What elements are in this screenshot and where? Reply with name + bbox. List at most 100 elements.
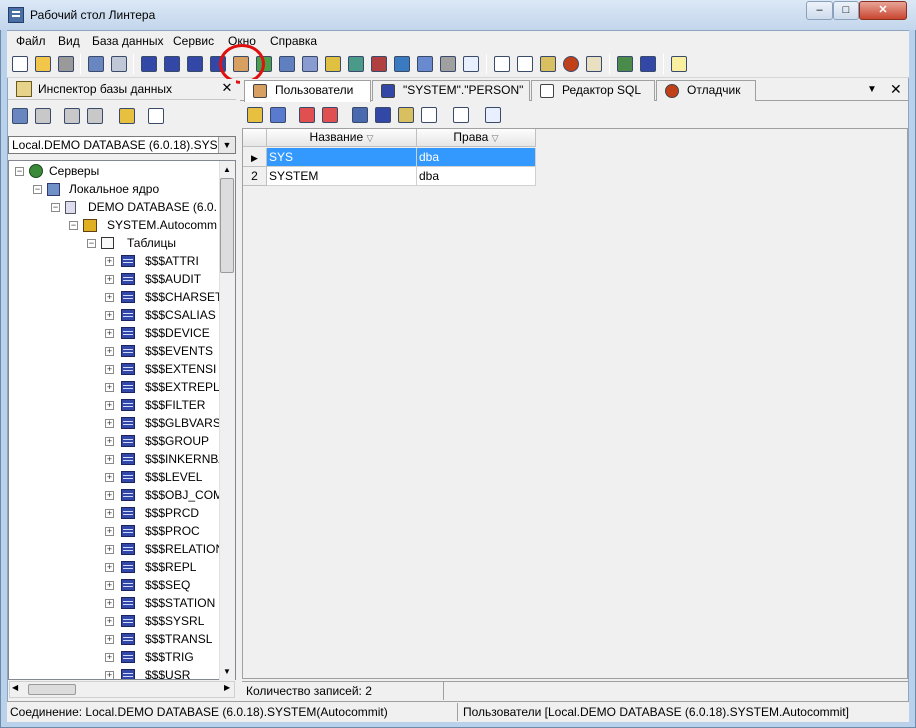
disconnect-icon[interactable] — [33, 106, 53, 126]
expand-icon[interactable]: + — [105, 437, 114, 446]
tab-close-icon[interactable]: ✕ — [890, 81, 902, 98]
collapse-icon[interactable]: − — [87, 239, 96, 248]
notes-icon[interactable] — [669, 54, 689, 74]
tree-scroll-thumb[interactable] — [220, 178, 234, 273]
tree-hscroll-thumb[interactable] — [28, 684, 76, 695]
expand-icon[interactable]: + — [105, 311, 114, 320]
cell-rights[interactable]: dba — [417, 167, 536, 186]
expand-icon[interactable]: + — [105, 347, 114, 356]
add-user-icon[interactable] — [297, 105, 317, 125]
cell-name[interactable]: SYS — [267, 148, 417, 167]
sql-editor-icon[interactable] — [515, 54, 535, 74]
inspector-icon[interactable] — [615, 54, 635, 74]
debugger-icon[interactable] — [561, 54, 581, 74]
expand-icon[interactable]: + — [105, 257, 114, 266]
collapse-icon[interactable]: − — [15, 167, 24, 176]
expand-icon[interactable]: + — [105, 545, 114, 554]
user-levels-icon[interactable] — [419, 105, 439, 125]
user-properties-icon[interactable] — [350, 105, 370, 125]
column-header-rights[interactable]: Права ▽ — [417, 129, 536, 147]
delete-object-icon[interactable] — [85, 106, 105, 126]
table-grid-icon[interactable] — [139, 54, 159, 74]
expand-icon[interactable]: + — [105, 473, 114, 482]
calendar-icon[interactable] — [461, 54, 481, 74]
scroll-left-icon[interactable]: ◀ — [12, 683, 18, 692]
scroll-right-icon[interactable]: ▶ — [224, 683, 230, 692]
expand-icon[interactable]: + — [105, 671, 114, 679]
tab-users[interactable]: Пользователи — [244, 80, 371, 102]
maximize-button[interactable]: □ — [833, 1, 859, 20]
menu-database[interactable]: База данных — [92, 34, 163, 48]
expand-icon[interactable]: + — [105, 293, 114, 302]
user-grants-icon[interactable] — [373, 105, 393, 125]
table-edit-icon[interactable] — [162, 54, 182, 74]
network-icon[interactable] — [277, 54, 297, 74]
chevron-down-icon[interactable]: ▼ — [218, 137, 235, 153]
window-cascade-icon[interactable] — [638, 54, 658, 74]
tab-sql-editor[interactable]: Редактор SQL — [531, 80, 655, 101]
expand-icon[interactable]: + — [105, 581, 114, 590]
expand-icon[interactable]: + — [105, 491, 114, 500]
properties-icon[interactable] — [146, 106, 166, 126]
hourglass-icon[interactable] — [584, 54, 604, 74]
inspector-close-icon[interactable]: ✕ — [220, 81, 234, 95]
print-icon[interactable] — [438, 54, 458, 74]
open-folder-icon[interactable] — [33, 54, 53, 74]
save-icon[interactable] — [56, 54, 76, 74]
expand-icon[interactable]: + — [105, 401, 114, 410]
minimize-button[interactable]: – — [806, 1, 833, 20]
procedures-icon[interactable] — [300, 54, 320, 74]
tools-icon[interactable] — [323, 54, 343, 74]
add-object-icon[interactable] — [62, 106, 82, 126]
expand-icon[interactable]: + — [105, 365, 114, 374]
report-icon[interactable] — [492, 54, 512, 74]
disconnect-icon[interactable] — [109, 54, 129, 74]
collapse-icon[interactable]: − — [33, 185, 42, 194]
expand-icon[interactable]: + — [105, 509, 114, 518]
expand-icon[interactable]: + — [105, 383, 114, 392]
table-refresh-icon[interactable] — [185, 54, 205, 74]
expand-icon[interactable]: + — [105, 617, 114, 626]
expand-icon[interactable]: + — [105, 455, 114, 464]
sequence-icon[interactable] — [415, 54, 435, 74]
menu-help[interactable]: Справка — [270, 34, 317, 48]
expand-icon[interactable]: + — [105, 599, 114, 608]
cell-name[interactable]: SYSTEM — [267, 167, 417, 186]
connection-select[interactable]: Local.DEMO DATABASE (6.0.18).SYS — [8, 136, 236, 154]
close-button[interactable]: ✕ — [859, 1, 907, 20]
scroll-down-icon[interactable]: ▼ — [223, 667, 231, 676]
sql-script-icon[interactable] — [538, 54, 558, 74]
column-header-name[interactable]: Название ▽ — [267, 129, 417, 147]
replication-icon[interactable] — [392, 54, 412, 74]
tabs-menu-icon[interactable]: ▼ — [867, 84, 877, 95]
user-roles-icon[interactable] — [396, 105, 416, 125]
expand-icon[interactable]: + — [105, 653, 114, 662]
database-icon[interactable] — [369, 54, 389, 74]
new-document-icon[interactable] — [10, 54, 30, 74]
connect-icon[interactable] — [10, 106, 30, 126]
filter-icon[interactable] — [268, 105, 288, 125]
scroll-up-icon[interactable]: ▲ — [223, 165, 231, 174]
columns-icon[interactable] — [483, 105, 503, 125]
expand-icon[interactable]: + — [105, 635, 114, 644]
tab-debugger[interactable]: Отладчик — [656, 80, 756, 101]
cell-rights[interactable]: dba — [417, 148, 536, 167]
menu-service[interactable]: Сервис — [173, 34, 214, 48]
properties-icon[interactable] — [451, 105, 471, 125]
refresh-icon[interactable] — [117, 106, 137, 126]
tree-icon[interactable] — [346, 54, 366, 74]
expand-icon[interactable]: + — [105, 275, 114, 284]
menu-file[interactable]: Файл — [16, 34, 46, 48]
delete-user-icon[interactable] — [320, 105, 340, 125]
collapse-icon[interactable]: − — [69, 221, 78, 230]
row-header[interactable]: ▶ — [243, 148, 267, 167]
expand-icon[interactable]: + — [105, 419, 114, 428]
row-header[interactable]: 2 — [243, 167, 267, 186]
connect-icon[interactable] — [86, 54, 106, 74]
expand-icon[interactable]: + — [105, 527, 114, 536]
menu-view[interactable]: Вид — [58, 34, 80, 48]
expand-icon[interactable]: + — [105, 329, 114, 338]
refresh-icon[interactable] — [245, 105, 265, 125]
expand-icon[interactable]: + — [105, 563, 114, 572]
tab-system-person[interactable]: "SYSTEM"."PERSON" — [372, 80, 530, 101]
